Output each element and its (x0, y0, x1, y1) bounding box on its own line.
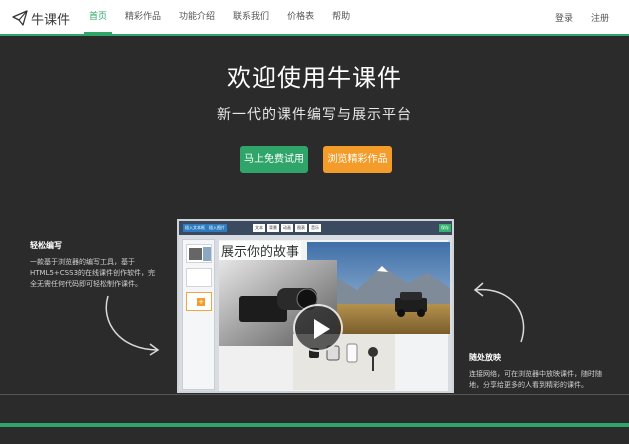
slide-title: 展示你的故事 (219, 241, 302, 260)
main-nav: 首页 精彩作品 功能介绍 联系我们 价格表 帮助 (80, 0, 359, 34)
divider (0, 394, 629, 395)
toolbar-chart: 图表 (295, 224, 307, 232)
auth-links: 登录 注册 (555, 0, 609, 34)
login-link[interactable]: 登录 (555, 11, 573, 24)
paper-plane-icon (12, 10, 28, 26)
slide-thumbnails: + (182, 239, 215, 390)
feature-present-anywhere-title: 随处放映 (469, 353, 501, 362)
feature-easy-edit-text: 一款基于浏览器的编写工具，基于HTML5+CSS3的在线课件创作软件，完全无需任… (30, 258, 156, 288)
nav-item-contact[interactable]: 联系我们 (224, 0, 278, 34)
toolbar-animation: 动画 (281, 224, 293, 232)
brand-name: 牛课件 (31, 12, 71, 28)
hero-subtitle: 新一代的课件编写与展示平台 (217, 107, 412, 123)
hero-title: 欢迎使用牛课件 (227, 64, 402, 92)
footer-strip (0, 423, 629, 444)
feature-present-anywhere: 随处放映 连接网络，可在浏览器中放映课件，随时随地，分享给更多的人看到精彩的课件… (469, 352, 609, 391)
register-link[interactable]: 注册 (591, 11, 609, 24)
insert-textbox-button: 插入文本框 (183, 224, 207, 232)
nav-item-pricing[interactable]: 价格表 (278, 0, 323, 34)
free-trial-button[interactable]: 马上免费试用 (240, 146, 308, 173)
nav-item-features[interactable]: 功能介绍 (170, 0, 224, 34)
toolbar-save: 保存 (439, 224, 451, 232)
slide-thumbnail (186, 268, 212, 287)
brand-logo[interactable]: 牛课件 (12, 9, 71, 28)
toolbar-music: 音乐 (309, 224, 321, 232)
insert-image-button: 插入图片 (207, 224, 227, 232)
curved-arrow-left-icon (105, 295, 160, 356)
slide-thumbnail (186, 244, 212, 263)
toolbar-background: 背景 (267, 224, 279, 232)
plus-icon: + (197, 298, 205, 306)
nav-item-works[interactable]: 精彩作品 (116, 0, 170, 34)
nav-item-help[interactable]: 帮助 (323, 0, 359, 34)
curved-arrow-right-icon (473, 282, 525, 343)
editor-toolbar: 插入文本框 插入图片 文本 背景 动画 图表 音乐 保存 (179, 221, 452, 235)
browse-works-button[interactable]: 浏览精彩作品 (323, 146, 392, 173)
feature-easy-edit-title: 轻松编写 (30, 241, 62, 250)
add-slide-button: + (186, 292, 212, 311)
feature-easy-edit: 轻松编写 一款基于浏览器的编写工具，基于HTML5+CSS3的在线课件创作软件，… (30, 240, 160, 290)
toolbar-text: 文本 (253, 224, 265, 232)
feature-present-anywhere-text: 连接网络，可在浏览器中放映课件，随时随地，分享给更多的人看到精彩的课件。 (469, 370, 602, 389)
top-navbar: 牛课件 首页 精彩作品 功能介绍 联系我们 价格表 帮助 登录 注册 (0, 0, 629, 36)
nav-item-home[interactable]: 首页 (80, 0, 116, 34)
play-icon[interactable] (293, 304, 343, 352)
